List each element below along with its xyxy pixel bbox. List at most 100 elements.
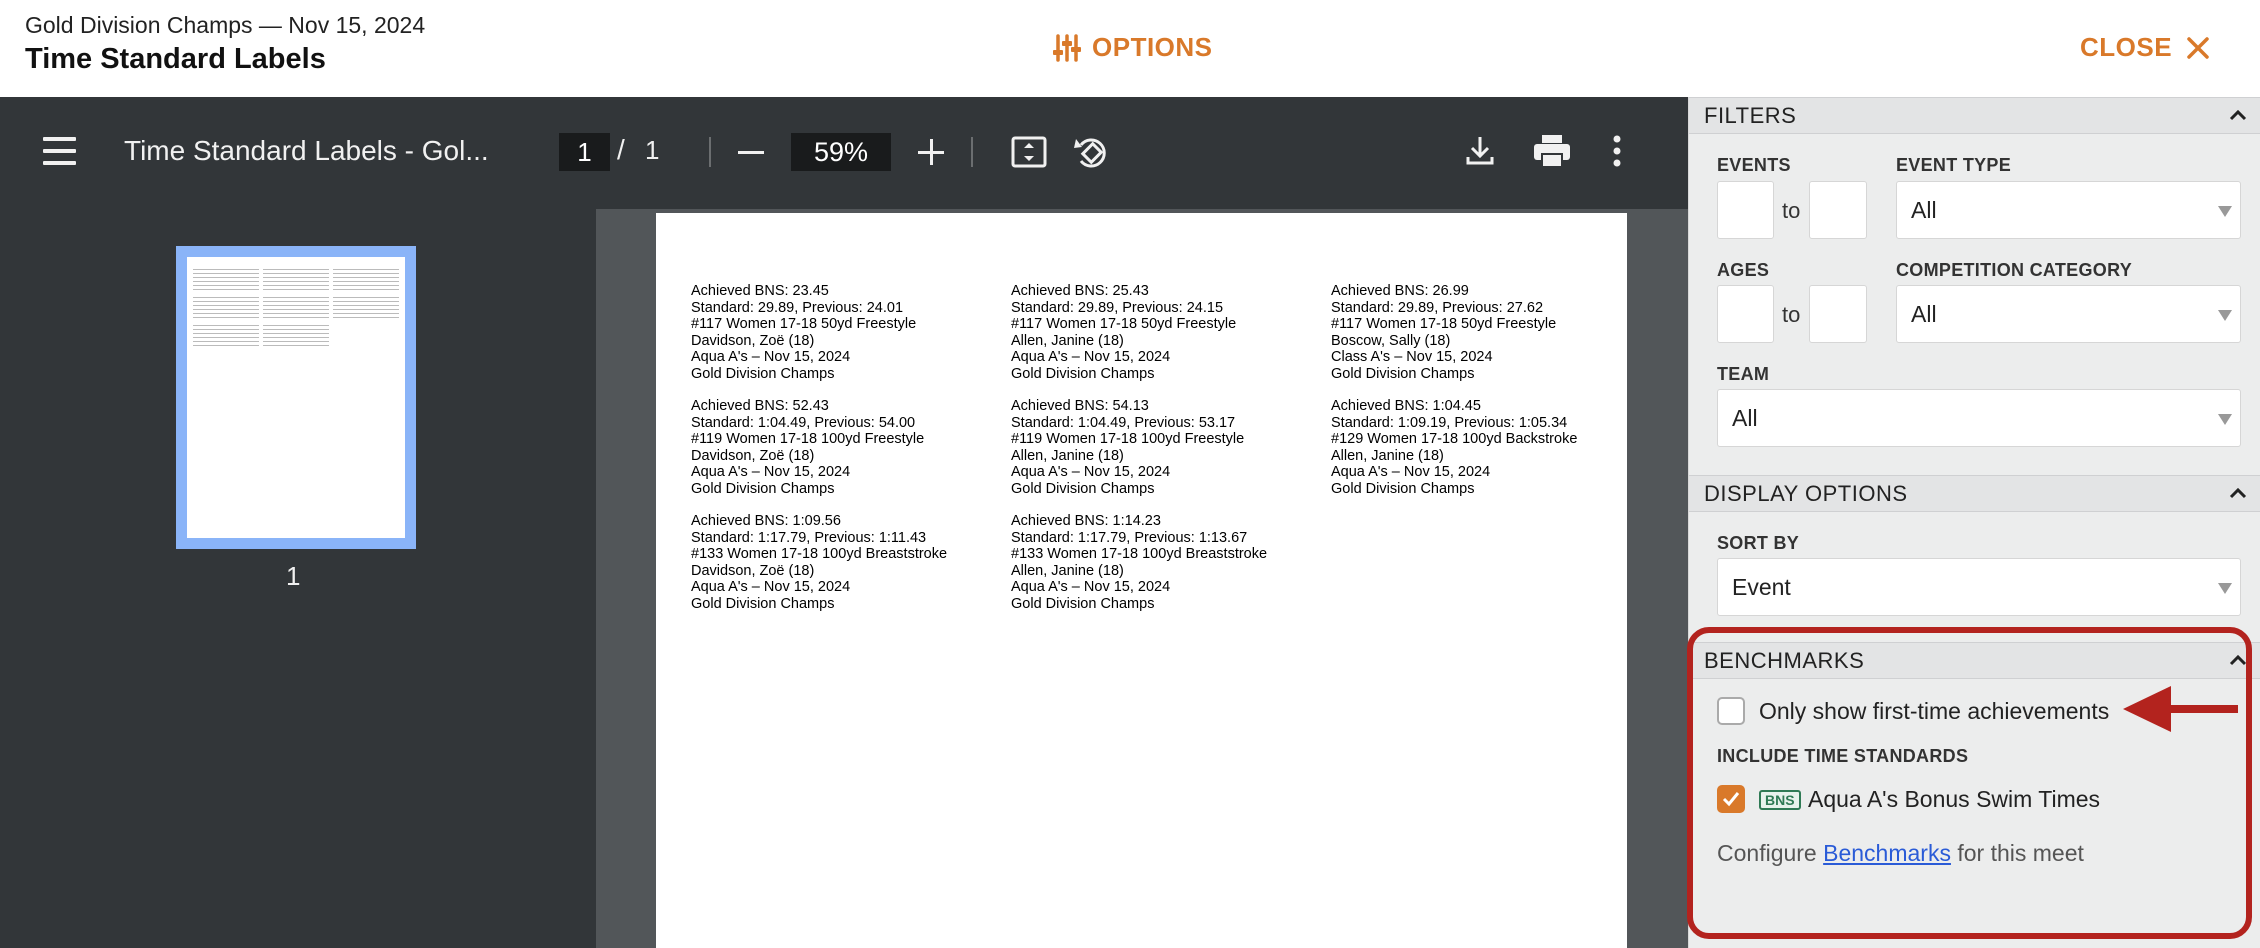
- chevron-up-icon: [2229, 109, 2247, 121]
- label-line: Aqua A's – Nov 15, 2024: [691, 349, 851, 365]
- ages-from-input[interactable]: [1717, 285, 1774, 343]
- label-line: Gold Division Champs: [691, 595, 835, 612]
- modal-header: Gold Division Champs — Nov 15, 2024 Time…: [0, 0, 2260, 97]
- event-type-value: All: [1911, 197, 1937, 223]
- dropdown-arrow-icon: [2218, 414, 2232, 425]
- close-label: CLOSE: [2080, 32, 2173, 62]
- filters-heading: FILTERS: [1704, 103, 1797, 128]
- filters-section-header[interactable]: FILTERS: [1689, 97, 2260, 134]
- options-button[interactable]: OPTIONS: [1052, 32, 1213, 63]
- ages-to-label: to: [1782, 302, 1801, 327]
- time-standard-label: Achieved BNS: 1:14.23 Standard: 1:17.79, …: [1011, 513, 1331, 612]
- team-select[interactable]: All: [1717, 389, 2241, 447]
- thumbnail-pane: 1: [0, 209, 596, 948]
- page-number-input[interactable]: 1: [559, 133, 610, 171]
- label-line: Aqua A's – Nov 15, 2024: [1331, 464, 1491, 480]
- standard-name[interactable]: Aqua A's Bonus Swim Times: [1808, 786, 2100, 813]
- label-line: Davidson, Zoë (18): [691, 562, 815, 579]
- label-line: #117 Women 17-18 50yd Freestyle: [1011, 316, 1237, 332]
- event-type-select[interactable]: All: [1896, 181, 2241, 239]
- event-type-label: EVENT TYPE: [1896, 155, 2012, 175]
- rotate-icon[interactable]: [1072, 133, 1112, 173]
- label-line: #119 Women 17-18 100yd Freestyle: [1011, 431, 1245, 447]
- zoom-in-button[interactable]: [918, 139, 944, 165]
- competition-category-value: All: [1911, 301, 1937, 327]
- print-icon[interactable]: [1532, 133, 1572, 169]
- page-thumbnail[interactable]: [176, 246, 416, 549]
- label-line: Class A's – Nov 15, 2024: [1331, 349, 1493, 365]
- benchmarks-heading: BENCHMARKS: [1704, 648, 1865, 673]
- download-icon[interactable]: [1462, 133, 1498, 169]
- label-line: Gold Division Champs: [1011, 365, 1155, 382]
- label-line: Aqua A's – Nov 15, 2024: [1011, 464, 1171, 480]
- thumbnail-preview: [187, 257, 405, 538]
- dropdown-arrow-icon: [2218, 583, 2232, 594]
- label-line: Standard: 29.89, Previous: 27.62: [1331, 299, 1544, 316]
- display-options-section-header[interactable]: DISPLAY OPTIONS: [1689, 475, 2260, 512]
- label-line: #133 Women 17-18 100yd Breaststroke: [1011, 546, 1268, 562]
- chevron-up-icon: [2229, 654, 2247, 666]
- label-line: Gold Division Champs: [1331, 365, 1475, 382]
- label-line: Aqua A's – Nov 15, 2024: [1011, 579, 1171, 595]
- label-line: Achieved BNS: 23.45: [691, 283, 829, 299]
- configure-prefix: Configure: [1717, 840, 1817, 866]
- time-standard-label: Achieved BNS: 52.43 Standard: 1:04.49, Pr…: [691, 398, 1011, 497]
- events-from-input[interactable]: [1717, 181, 1774, 239]
- label-line: Achieved BNS: 25.43: [1011, 283, 1149, 299]
- standard-checkbox[interactable]: [1717, 785, 1745, 813]
- menu-icon[interactable]: [43, 137, 76, 173]
- dropdown-arrow-icon: [2218, 206, 2232, 217]
- label-line: Gold Division Champs: [691, 480, 835, 497]
- zoom-level-input[interactable]: 59%: [791, 133, 891, 171]
- label-line: Allen, Janine (18): [1011, 447, 1124, 464]
- sliders-icon: [1053, 33, 1081, 62]
- label-line: Davidson, Zoë (18): [691, 447, 815, 464]
- events-label: EVENTS: [1717, 155, 1791, 175]
- more-vert-icon[interactable]: [1612, 133, 1622, 169]
- configure-text: Configure Benchmarks for this meet: [1717, 840, 2084, 867]
- label-line: Aqua A's – Nov 15, 2024: [1011, 349, 1171, 365]
- time-standard-label: Achieved BNS: 25.43 Standard: 29.89, Prev…: [1011, 283, 1331, 382]
- label-line: Standard: 29.89, Previous: 24.01: [691, 299, 904, 316]
- options-sidebar: FILTERS EVENTS to EVENT TYPE All AGES to…: [1688, 97, 2260, 948]
- ages-label: AGES: [1717, 260, 1770, 280]
- competition-category-select[interactable]: All: [1896, 285, 2241, 343]
- label-line: Standard: 29.89, Previous: 24.15: [1011, 299, 1224, 316]
- label-line: Achieved BNS: 52.43: [691, 398, 829, 414]
- label-line: Gold Division Champs: [1331, 480, 1475, 497]
- label-line: Achieved BNS: 54.13: [1011, 398, 1149, 414]
- zoom-out-button[interactable]: [738, 151, 764, 154]
- annotation-arrow-icon: [2123, 686, 2238, 732]
- page-separator: /: [617, 134, 625, 165]
- label-line: #129 Women 17-18 100yd Backstroke: [1331, 431, 1578, 447]
- label-line: Achieved BNS: 1:09.56: [691, 513, 841, 529]
- competition-category-label: COMPETITION CATEGORY: [1896, 260, 2133, 280]
- time-standard-label: Achieved BNS: 23.45 Standard: 29.89, Prev…: [691, 283, 1011, 382]
- pdf-document-title: Time Standard Labels - Gol...: [124, 135, 489, 166]
- first-time-label[interactable]: Only show first-time achievements: [1759, 698, 2109, 725]
- label-line: Standard: 1:17.79, Previous: 1:11.43: [691, 529, 927, 546]
- label-line: Achieved BNS: 1:14.23: [1011, 513, 1161, 529]
- ages-to-input[interactable]: [1809, 285, 1867, 343]
- label-line: #119 Women 17-18 100yd Freestyle: [691, 431, 925, 447]
- close-button[interactable]: CLOSE: [2080, 32, 2210, 63]
- events-to-input[interactable]: [1809, 181, 1867, 239]
- sort-by-value: Event: [1732, 574, 1791, 600]
- page-title: Time Standard Labels: [25, 43, 326, 75]
- label-line: Gold Division Champs: [1011, 480, 1155, 497]
- label-line: Davidson, Zoë (18): [691, 332, 815, 349]
- sort-by-select[interactable]: Event: [1717, 558, 2241, 616]
- label-line: Standard: 1:04.49, Previous: 53.17: [1011, 414, 1236, 431]
- label-line: Gold Division Champs: [691, 365, 835, 382]
- fit-page-icon[interactable]: [1010, 133, 1048, 171]
- close-icon: [2187, 36, 2209, 59]
- first-time-checkbox[interactable]: [1717, 697, 1745, 725]
- team-label: TEAM: [1717, 364, 1770, 384]
- benchmarks-section-header[interactable]: BENCHMARKS: [1689, 642, 2260, 679]
- toolbar-divider: [971, 137, 973, 167]
- chevron-up-icon: [2229, 487, 2247, 499]
- pdf-viewer: Time Standard Labels - Gol... 1 / 1 59%: [0, 97, 1688, 948]
- pdf-page: Achieved BNS: 23.45 Standard: 29.89, Prev…: [656, 213, 1627, 948]
- label-line: Aqua A's – Nov 15, 2024: [691, 579, 851, 595]
- benchmarks-link[interactable]: Benchmarks: [1823, 840, 1951, 866]
